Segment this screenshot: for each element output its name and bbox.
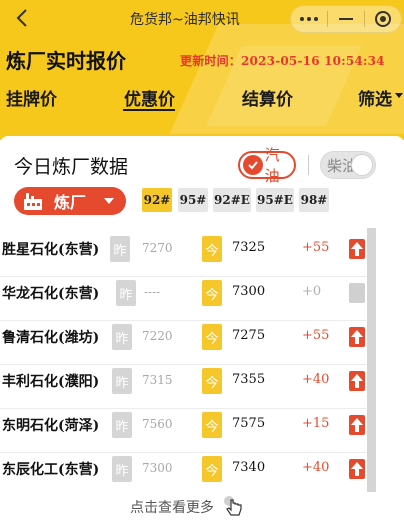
today-badge: 今 xyxy=(202,456,222,482)
filter-caret-icon xyxy=(395,93,403,98)
list-item[interactable]: 东辰化工(东营) 昨 7300 今 7340 +40 xyxy=(0,448,404,494)
refinery-name: 华龙石化(东营) xyxy=(2,286,100,302)
refinery-name: 胜星石化(东营) xyxy=(2,242,100,258)
yesterday-badge: 昨 xyxy=(112,324,132,350)
filter-button[interactable]: 筛选 xyxy=(358,85,392,110)
pointer-hand-icon xyxy=(224,496,242,516)
yesterday-price: 7315 xyxy=(142,373,173,387)
mini-program-capsule xyxy=(290,5,402,33)
refinery-name: 东辰化工(东营) xyxy=(2,462,100,478)
today-price: 7340 xyxy=(232,460,266,475)
grade-92e[interactable]: 92#E xyxy=(213,188,251,212)
app-screen: 危货邦~油邦快讯 炼厂实时报价 更新时间：2023-05-16 10:54:34… xyxy=(0,0,404,528)
more-dots-icon xyxy=(300,17,318,21)
grade-95[interactable]: 95# xyxy=(178,188,208,212)
back-button[interactable] xyxy=(8,4,36,32)
arrow-up-icon xyxy=(349,459,365,479)
gasoline-label: 汽油 xyxy=(264,146,280,185)
price-change: +55 xyxy=(302,240,330,255)
refinery-label: 炼厂 xyxy=(54,193,87,212)
chevron-down-icon xyxy=(104,198,115,204)
today-badge: 今 xyxy=(202,412,222,438)
yesterday-price: 7560 xyxy=(142,417,173,431)
yesterday-price: 7300 xyxy=(142,461,173,475)
today-badge: 今 xyxy=(202,280,222,306)
list-item[interactable]: 东明石化(菏泽) 昨 7560 今 7575 +15 xyxy=(0,404,404,450)
arrow-up-icon xyxy=(349,327,365,347)
price-change: +55 xyxy=(302,328,330,343)
refinery-name: 丰利石化(濮阳) xyxy=(2,374,100,390)
price-change: +40 xyxy=(302,460,330,475)
active-tab-indicator xyxy=(123,109,175,111)
yesterday-badge: 昨 xyxy=(116,280,136,306)
today-price: 7300 xyxy=(232,284,266,299)
panel-title: 今日炼厂数据 xyxy=(14,156,129,178)
trend-flat-icon xyxy=(349,283,365,303)
arrow-up-icon xyxy=(349,371,365,391)
update-time: 更新时间：2023-05-16 10:54:34 xyxy=(180,54,385,68)
check-icon xyxy=(243,155,263,175)
refinery-dropdown[interactable]: 炼厂 xyxy=(14,187,126,215)
today-price: 7325 xyxy=(232,240,266,255)
factory-icon xyxy=(24,193,42,210)
today-price: 7575 xyxy=(232,416,266,431)
yesterday-price: 7220 xyxy=(142,329,173,343)
grade-95e[interactable]: 95#E xyxy=(256,188,294,212)
yesterday-price: 7270 xyxy=(142,241,173,255)
yesterday-badge: 昨 xyxy=(112,412,132,438)
window-title: 危货邦~油邦快讯 xyxy=(130,12,240,28)
list-item[interactable]: 鲁清石化(潍坊) 昨 7220 今 7275 +55 xyxy=(0,316,404,362)
price-change: +15 xyxy=(302,416,330,431)
today-badge: 今 xyxy=(202,368,222,394)
minimize-button[interactable] xyxy=(328,5,364,33)
today-price: 7355 xyxy=(232,372,266,387)
refinery-name: 东明石化(菏泽) xyxy=(2,418,100,434)
header: 危货邦~油邦快讯 炼厂实时报价 更新时间：2023-05-16 10:54:34… xyxy=(0,0,404,140)
minimize-icon xyxy=(338,18,353,20)
fuel-divider xyxy=(308,155,309,175)
chevron-left-icon xyxy=(16,9,27,27)
yesterday-badge: 昨 xyxy=(112,368,132,394)
price-change: +0 xyxy=(302,284,322,299)
grade-98[interactable]: 98# xyxy=(299,188,329,212)
page-title: 炼厂实时报价 xyxy=(6,49,126,73)
toggle-knob xyxy=(351,154,373,176)
close-button[interactable] xyxy=(365,5,401,33)
today-badge: 今 xyxy=(202,324,222,350)
today-price: 7275 xyxy=(232,328,266,343)
refinery-name: 鲁清石化(潍坊) xyxy=(2,330,100,346)
yesterday-price: ---- xyxy=(144,285,161,299)
list-item[interactable]: 胜星石化(东营) 昨 7270 今 7325 +55 xyxy=(0,228,404,274)
yesterday-badge: 昨 xyxy=(112,456,132,482)
tab-discount-price[interactable]: 优惠价 xyxy=(124,85,175,110)
today-badge: 今 xyxy=(202,236,222,262)
list-item[interactable]: 丰利石化(濮阳) 昨 7315 今 7355 +40 xyxy=(0,360,404,406)
diesel-toggle[interactable]: 柴油 xyxy=(320,151,376,179)
more-options-button[interactable] xyxy=(291,5,327,33)
list-item[interactable]: 华龙石化(东营) 昨 ---- 今 7300 +0 xyxy=(0,272,404,318)
grade-92[interactable]: 92# xyxy=(142,188,172,212)
load-more-link[interactable]: 点击查看更多 xyxy=(130,497,214,517)
close-circle-icon xyxy=(374,11,391,27)
yesterday-badge: 昨 xyxy=(110,236,130,262)
tab-settlement-price[interactable]: 结算价 xyxy=(242,85,293,110)
gasoline-toggle[interactable]: 汽油 xyxy=(238,146,296,185)
arrow-up-icon xyxy=(349,415,365,435)
tab-listed-price[interactable]: 挂牌价 xyxy=(6,85,57,110)
arrow-up-icon xyxy=(349,239,365,259)
price-change: +40 xyxy=(302,372,330,387)
